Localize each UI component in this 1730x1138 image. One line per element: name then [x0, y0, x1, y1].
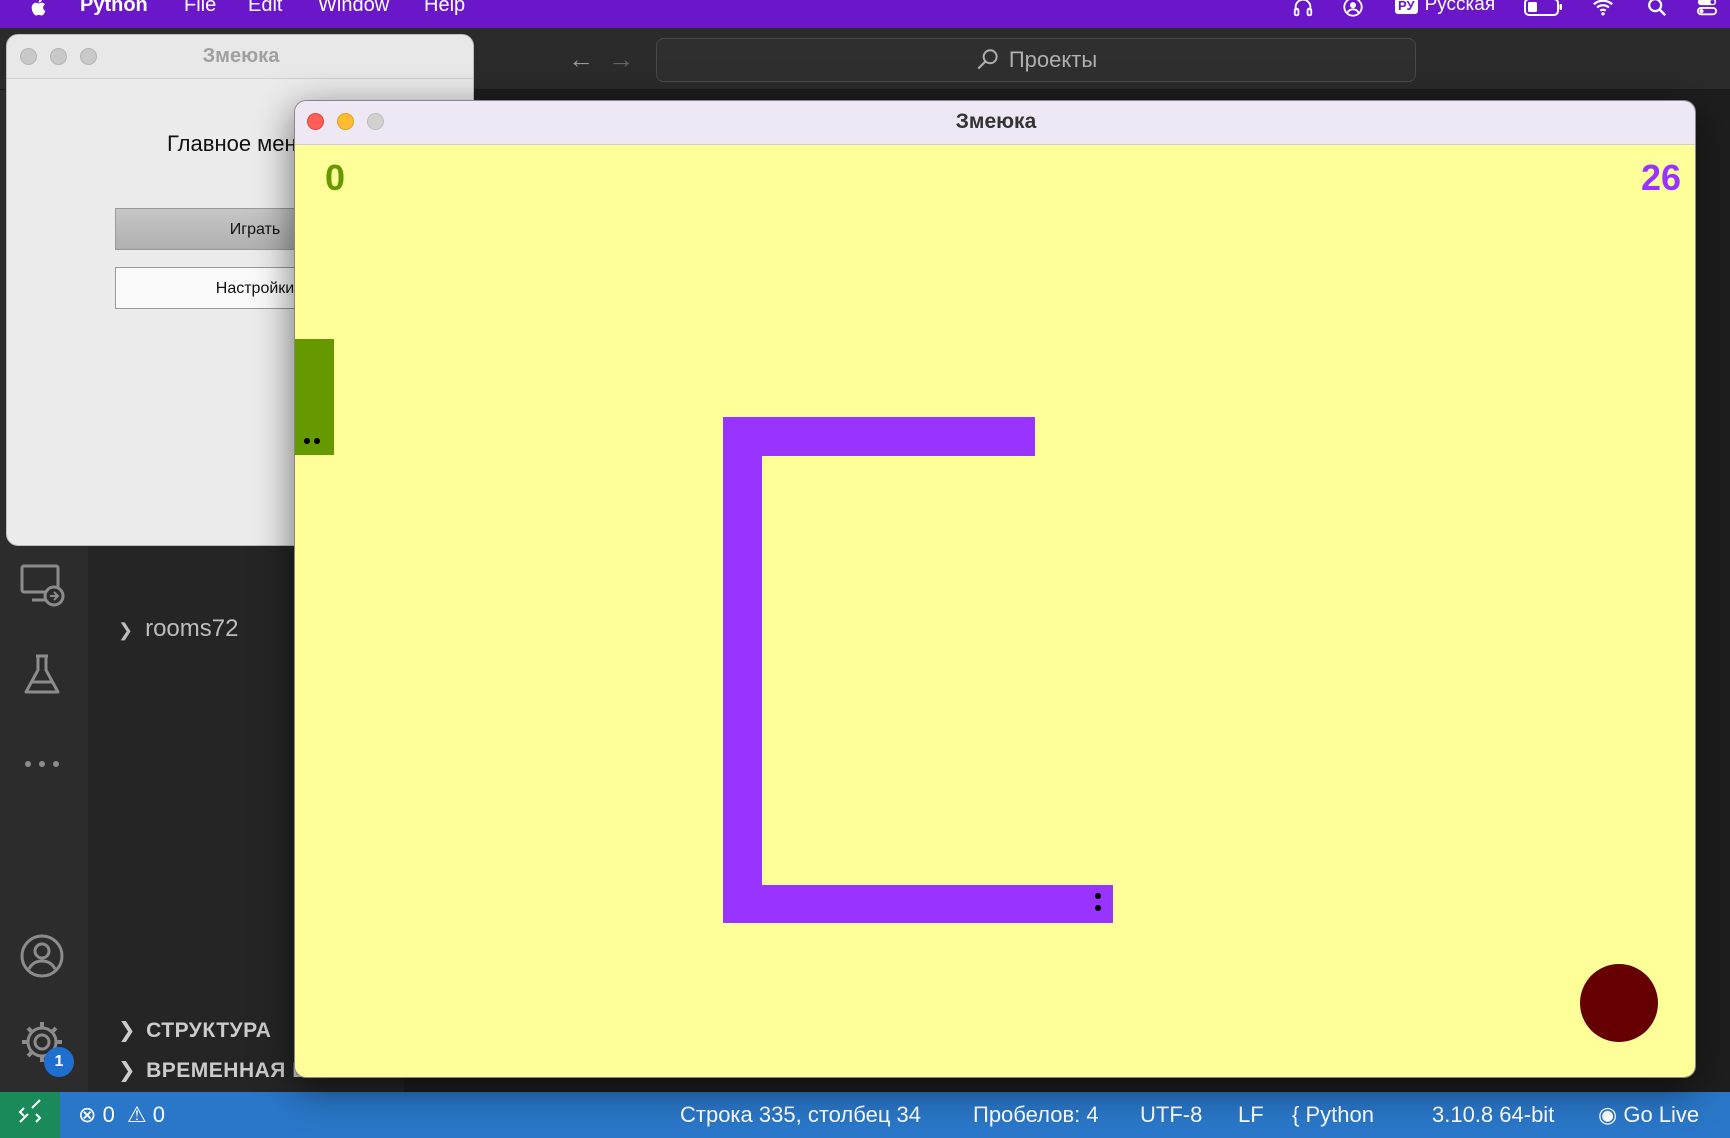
menu-edit[interactable]: Edit	[248, 0, 282, 17]
chevron-right-icon: ❯	[118, 620, 134, 640]
more-ellipsis-icon[interactable]	[18, 740, 66, 788]
main-menu-title-bar[interactable]: Змеюка	[7, 35, 473, 79]
apple-menu-icon[interactable]	[28, 0, 50, 18]
purple-snake-bottom-segment	[723, 885, 1113, 923]
game-canvas[interactable]: 0 26	[295, 145, 1695, 1077]
purple-player-score: 26	[1640, 157, 1681, 198]
forward-arrow-icon[interactable]: →	[608, 44, 634, 75]
green-snake-eye	[304, 438, 310, 444]
error-count: 0	[102, 1102, 115, 1127]
problems-status[interactable]: ⊗ 0 ⚠ 0	[78, 1102, 165, 1128]
language-label: Python	[1305, 1102, 1374, 1127]
spotlight-search-icon[interactable]	[1646, 0, 1668, 18]
search-icon	[977, 49, 998, 70]
battery-icon[interactable]	[1524, 0, 1564, 18]
cursor-position[interactable]: Строка 335, столбец 34	[680, 1102, 921, 1128]
input-source-label: Русская	[1424, 0, 1496, 15]
control-center-icon[interactable]	[1696, 0, 1718, 18]
broadcast-icon: ◉	[1598, 1102, 1618, 1127]
menu-file[interactable]: File	[184, 0, 216, 17]
language-status[interactable]: { Python	[1292, 1102, 1374, 1128]
tree-item-folder[interactable]: ❯ rooms72	[118, 615, 238, 643]
purple-snake-eye	[1095, 905, 1101, 911]
eol-status[interactable]: LF	[1238, 1102, 1264, 1128]
back-arrow-icon[interactable]: ←	[568, 44, 594, 75]
food-apple	[1580, 964, 1658, 1042]
accounts-icon[interactable]	[18, 932, 66, 980]
game-title-bar[interactable]: Змеюка	[295, 101, 1695, 145]
indentation-status[interactable]: Пробелов: 4	[973, 1102, 1099, 1128]
purple-snake-left-segment	[723, 417, 762, 923]
green-player-score: 0	[325, 157, 346, 198]
error-icon: ⊗	[78, 1102, 97, 1127]
warning-count: 0	[152, 1102, 166, 1127]
purple-snake-eye	[1095, 893, 1101, 899]
menu-app-name[interactable]: Python	[80, 0, 148, 17]
menu-help[interactable]: Help	[424, 0, 465, 17]
go-live-label: Go Live	[1623, 1102, 1700, 1127]
tree-item-label: rooms72	[145, 615, 239, 642]
chevron-right-icon: ❯	[118, 1019, 137, 1042]
testing-flask-icon[interactable]	[18, 650, 66, 698]
input-source[interactable]: РУ Русская	[1395, 0, 1495, 16]
main-menu-window-title: Змеюка	[202, 45, 280, 67]
game-window: Змеюка 0 26	[294, 100, 1696, 1078]
menu-window[interactable]: Window	[318, 0, 389, 17]
purple-snake-top-segment	[723, 417, 1035, 456]
user-circle-icon[interactable]	[1342, 0, 1364, 18]
status-bar: ⊗ 0 ⚠ 0 Строка 335, столбец 34 Пробелов:…	[0, 1092, 1730, 1138]
remote-connection-icon	[18, 1099, 42, 1123]
remote-explorer-icon[interactable]	[18, 560, 66, 608]
encoding-status[interactable]: UTF-8	[1140, 1102, 1202, 1128]
main-menu-heading: Главное меню	[167, 131, 314, 156]
braces-icon: {	[1292, 1102, 1300, 1127]
input-source-badge: РУ	[1395, 0, 1418, 14]
wifi-icon[interactable]	[1592, 0, 1614, 18]
headphones-icon[interactable]	[1292, 0, 1314, 18]
game-window-title: Змеюка	[955, 110, 1037, 133]
command-center-search[interactable]: Проекты	[656, 38, 1416, 82]
section-structure-label: СТРУКТУРА	[146, 1019, 272, 1042]
section-structure[interactable]: ❯ СТРУКТУРА	[118, 1018, 271, 1043]
warning-icon: ⚠	[126, 1102, 147, 1127]
settings-update-badge: 1	[44, 1047, 74, 1077]
green-snake-eye	[314, 438, 320, 444]
search-placeholder: Проекты	[1008, 47, 1098, 72]
remote-indicator[interactable]	[0, 1092, 60, 1138]
interpreter-status[interactable]: 3.10.8 64-bit	[1432, 1102, 1554, 1128]
chevron-right-icon: ❯	[118, 1059, 137, 1082]
macos-menu-bar: Python File Edit Window Help РУ Русская	[0, 0, 1730, 28]
go-live-button[interactable]: ◉ Go Live	[1598, 1102, 1699, 1128]
